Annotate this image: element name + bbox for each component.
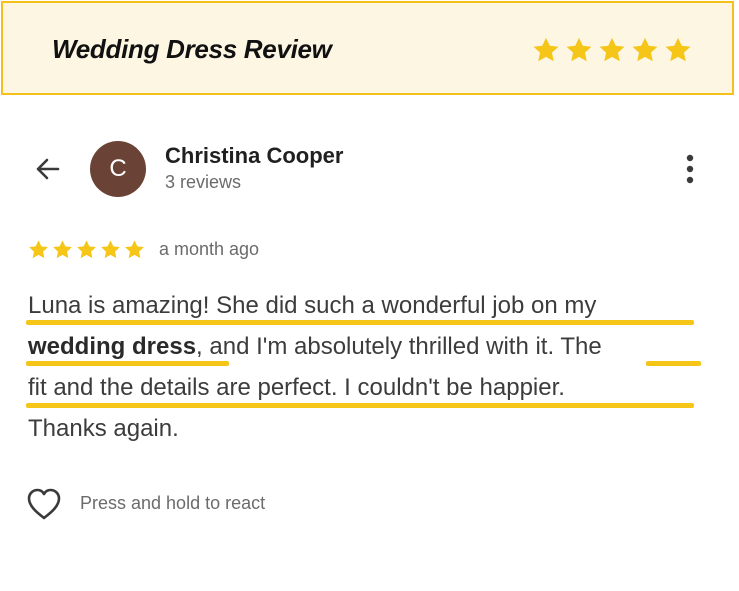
star-icon xyxy=(53,240,72,259)
banner-star-rating xyxy=(531,36,693,65)
review-line-rest: , and I'm absolutely thrilled with it. T… xyxy=(196,333,602,360)
star-icon xyxy=(599,37,625,62)
heart-outline-icon[interactable] xyxy=(25,486,63,522)
star-icon xyxy=(125,240,144,259)
review-line: fit and the details are perfect. I could… xyxy=(28,374,565,401)
star-icon xyxy=(77,240,96,259)
highlight-underline xyxy=(26,320,694,325)
star-icon xyxy=(632,37,658,62)
highlight-underline xyxy=(646,361,701,366)
review-text: Luna is amazing! She did such a wonderfu… xyxy=(28,285,728,449)
review-line: Thanks again. xyxy=(28,415,179,442)
star-icon xyxy=(665,37,691,62)
star-icon xyxy=(566,37,592,62)
reviewer-name[interactable]: Christina Cooper xyxy=(165,143,343,169)
arrow-left-icon[interactable] xyxy=(32,153,64,185)
review-count: 3 reviews xyxy=(165,172,242,192)
review-emphasis: wedding dress xyxy=(28,333,197,360)
highlight-underline xyxy=(26,403,694,408)
more-vertical-icon[interactable] xyxy=(675,152,705,186)
star-icon xyxy=(533,37,559,62)
react-label[interactable]: Press and hold to react xyxy=(80,493,265,514)
avatar-initial: C xyxy=(109,155,127,182)
star-icon xyxy=(29,240,48,259)
review-date: a month ago xyxy=(159,239,260,259)
highlight-underline xyxy=(26,361,229,366)
review-banner: Wedding Dress Review xyxy=(1,1,734,95)
avatar[interactable]: C xyxy=(90,141,146,197)
star-icon xyxy=(101,240,120,259)
review-star-rating xyxy=(27,239,146,261)
banner-title: Wedding Dress Review xyxy=(52,34,332,64)
